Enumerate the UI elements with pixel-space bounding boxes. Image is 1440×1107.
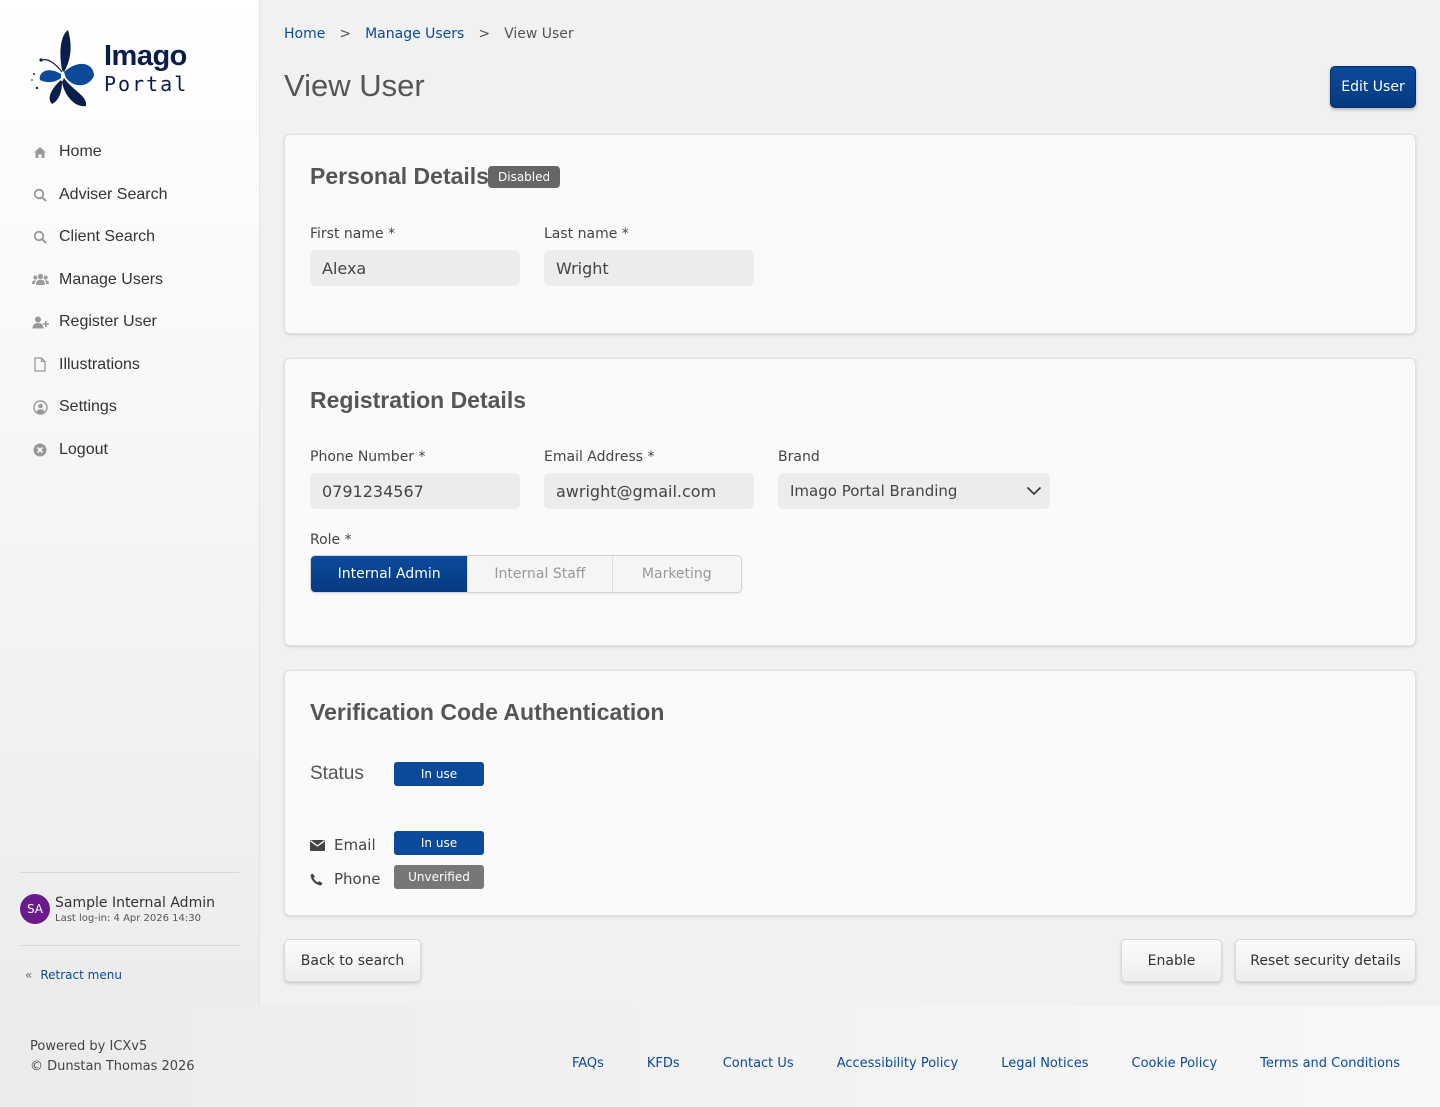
users-icon [31, 271, 49, 289]
footer: Powered by ICXv5 © Dunstan Thomas 2026 F… [0, 1006, 1440, 1107]
brand-label: Brand [778, 449, 820, 465]
brand-select[interactable]: Imago Portal Branding [778, 473, 1050, 509]
phone-status-pill: Unverified [394, 865, 484, 889]
file-icon [31, 356, 49, 374]
chevron-down-icon [1026, 482, 1042, 500]
butterfly-logo-icon [31, 30, 94, 107]
sidebar-item-label: Settings [59, 398, 117, 416]
last-name-label: Last name * [544, 226, 629, 242]
brand-logo[interactable]: Imago Portal [28, 28, 198, 108]
breadcrumb-manage-users[interactable]: Manage Users [365, 26, 464, 42]
role-marketing[interactable]: Marketing [613, 556, 741, 592]
breadcrumb: Home > Manage Users > View User [284, 26, 574, 42]
avatar: SA [20, 894, 50, 924]
footer-link-terms[interactable]: Terms and Conditions [1260, 1056, 1400, 1071]
registration-details-title: Registration Details [310, 387, 526, 413]
role-internal-admin[interactable]: Internal Admin [311, 556, 469, 592]
enable-button[interactable]: Enable [1121, 939, 1222, 982]
phone-method-label: Phone [334, 870, 381, 888]
role-label: Role * [310, 532, 352, 548]
role-toggle-group: Internal Admin Internal Staff Marketing [310, 555, 742, 593]
verification-title: Verification Code Authentication [310, 699, 665, 725]
user-circle-icon [31, 398, 49, 416]
status-badge: Disabled [488, 166, 561, 188]
search-icon [31, 228, 49, 246]
brand-select-value: Imago Portal Branding [790, 482, 958, 500]
email-status-pill: In use [394, 831, 484, 855]
first-name-field[interactable]: Alexa [310, 250, 520, 286]
phone-number-label: Phone Number * [310, 449, 426, 465]
phone-number-field[interactable]: 0791234567 [310, 473, 520, 509]
user-plus-icon [31, 313, 49, 331]
sidebar-item-label: Adviser Search [59, 185, 168, 203]
sidebar-item-label: Client Search [59, 228, 156, 246]
current-user: SA Sample Internal Admin Last log-in: 4 … [20, 872, 239, 946]
sidebar-nav: Home Adviser Search Client Search Manage… [0, 131, 260, 471]
footer-links: FAQs KFDs Contact Us Accessibility Polic… [529, 1056, 1400, 1071]
powered-by: Powered by ICXv5 [30, 1039, 148, 1054]
sidebar-item-home[interactable]: Home [0, 131, 260, 174]
copyright: © Dunstan Thomas 2026 [30, 1059, 195, 1074]
double-chevron-left-icon: « [25, 968, 33, 982]
email-method: Email [310, 836, 376, 854]
footer-link-contact-us[interactable]: Contact Us [723, 1056, 794, 1071]
sidebar-item-adviser-search[interactable]: Adviser Search [0, 174, 260, 217]
breadcrumb-home[interactable]: Home [284, 26, 325, 42]
email-address-label: Email Address * [544, 449, 655, 465]
footer-link-legal-notices[interactable]: Legal Notices [1001, 1056, 1088, 1071]
sidebar-item-label: Register User [59, 313, 157, 331]
close-circle-icon [31, 441, 49, 459]
first-name-label: First name * [310, 226, 396, 242]
sidebar-item-client-search[interactable]: Client Search [0, 216, 260, 259]
sidebar-item-manage-users[interactable]: Manage Users [0, 259, 260, 302]
footer-link-kfds[interactable]: KFDs [647, 1056, 680, 1071]
sidebar-item-label: Illustrations [59, 355, 140, 373]
sidebar-item-label: Home [59, 143, 102, 161]
last-name-field[interactable]: Wright [544, 250, 754, 286]
verification-card: Verification Code Authentication Status … [284, 670, 1416, 916]
reset-security-details-button[interactable]: Reset security details [1235, 939, 1416, 982]
last-login: Last log-in: 4 Apr 2026 14:30 [55, 912, 201, 924]
sidebar-item-logout[interactable]: Logout [0, 429, 260, 472]
sidebar-item-settings[interactable]: Settings [0, 386, 260, 429]
retract-menu-label: Retract menu [40, 968, 122, 982]
page-title: View User [284, 68, 425, 103]
back-to-search-button[interactable]: Back to search [284, 939, 421, 982]
sidebar-item-illustrations[interactable]: Illustrations [0, 344, 260, 387]
home-icon [31, 143, 49, 161]
email-address-field[interactable]: awright@gmail.com [544, 473, 754, 509]
phone-icon [310, 873, 326, 886]
sidebar: Imago Portal Home Adviser Search Client … [0, 0, 260, 1006]
envelope-icon [310, 839, 326, 851]
personal-details-card: Personal Details Disabled First name * A… [284, 134, 1416, 334]
breadcrumb-current: View User [504, 26, 574, 42]
footer-link-cookie-policy[interactable]: Cookie Policy [1132, 1056, 1218, 1071]
sidebar-item-label: Manage Users [59, 270, 164, 288]
personal-details-title: Personal Details [310, 163, 489, 189]
retract-menu-link[interactable]: « Retract menu [25, 968, 122, 982]
registration-details-card: Registration Details Phone Number * 0791… [284, 358, 1416, 646]
brand-subname: Portal [104, 72, 189, 96]
user-name: Sample Internal Admin [55, 894, 215, 911]
breadcrumb-separator: > [339, 26, 352, 42]
brand-name: Imago [104, 40, 187, 72]
sidebar-item-register-user[interactable]: Register User [0, 301, 260, 344]
breadcrumb-separator: > [478, 26, 491, 42]
role-internal-staff[interactable]: Internal Staff [468, 556, 613, 592]
footer-link-faqs[interactable]: FAQs [572, 1056, 604, 1071]
sidebar-item-label: Logout [59, 440, 108, 458]
footer-link-accessibility-policy[interactable]: Accessibility Policy [837, 1056, 959, 1071]
verification-status-pill: In use [394, 762, 484, 786]
edit-user-button[interactable]: Edit User [1330, 66, 1416, 108]
search-icon [31, 186, 49, 204]
verification-status-label: Status [310, 763, 364, 784]
email-method-label: Email [334, 836, 376, 854]
phone-method: Phone [310, 870, 380, 888]
